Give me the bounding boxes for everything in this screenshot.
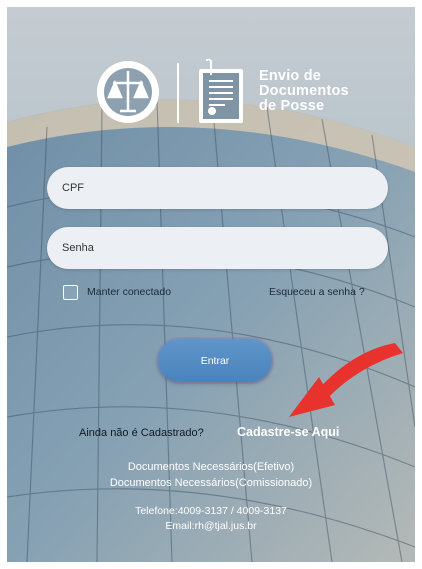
login-button[interactable]: Entrar <box>158 339 272 382</box>
contact-email: Email:rh@tjal.jus.br <box>165 520 257 532</box>
signup-link[interactable]: Cadastre-se Aqui <box>237 425 339 439</box>
logo-divider <box>177 63 179 123</box>
cpf-input[interactable] <box>47 167 388 209</box>
required-documents: Documentos Necessários(Efetivo) Document… <box>7 459 415 491</box>
court-seal-icon <box>97 61 159 123</box>
password-input[interactable] <box>47 227 388 269</box>
contact-info: Telefone:4009-3137 / 4009-3137 Email:rh@… <box>7 504 415 534</box>
brand-line-2: Documentos <box>259 83 349 99</box>
red-arrow-annotation <box>289 343 403 417</box>
document-icon <box>199 59 243 123</box>
keep-connected-checkbox[interactable] <box>63 285 78 300</box>
brand-line-1: Envio de <box>259 68 322 84</box>
forgot-password-link[interactable]: Esqueceu a senha ? <box>269 286 365 298</box>
docs-effective-link[interactable]: Documentos Necessários(Efetivo) <box>7 459 415 475</box>
brand-title: Envio de Documentos de Posse <box>259 69 349 114</box>
brand-line-3: de Posse <box>259 98 325 114</box>
header-logos: Envio de Documentos de Posse <box>7 57 415 127</box>
signup-question: Ainda não é Cadastrado? <box>79 427 204 439</box>
contact-phone: Telefone:4009-3137 / 4009-3137 <box>135 505 287 517</box>
keep-connected-label: Manter conectado <box>87 286 172 298</box>
login-screen: Envio de Documentos de Posse Manter cone… <box>7 7 415 562</box>
docs-commissioned-link[interactable]: Documentos Necessários(Comissionado) <box>7 475 415 491</box>
